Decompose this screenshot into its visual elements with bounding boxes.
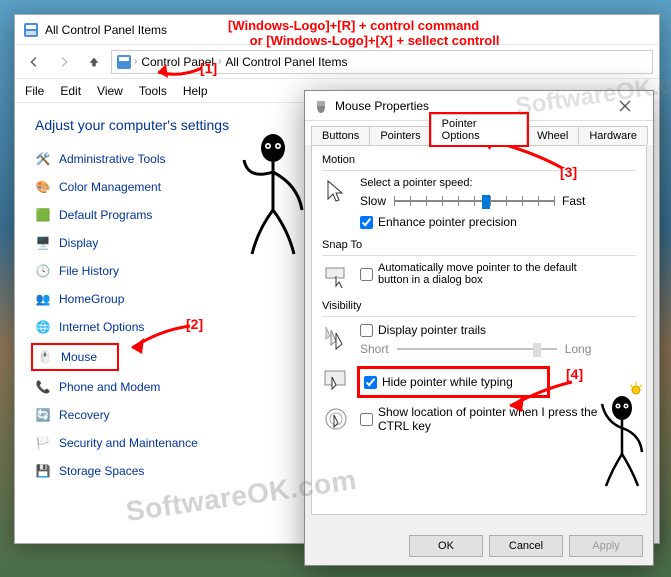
menu-file[interactable]: File bbox=[25, 84, 44, 98]
storage-icon: 💾 bbox=[35, 463, 51, 479]
ctrl-locate-checkbox[interactable]: Show location of pointer when I press th… bbox=[360, 405, 618, 433]
internet-icon: 🌐 bbox=[35, 319, 51, 335]
breadcrumb[interactable]: › Control Panel › All Control Panel Item… bbox=[111, 50, 653, 74]
titlebar[interactable]: All Control Panel Items bbox=[15, 15, 659, 45]
trails-input[interactable] bbox=[360, 324, 373, 337]
short-label: Short bbox=[360, 342, 389, 356]
menu-tools[interactable]: Tools bbox=[139, 84, 167, 98]
enhance-precision-input[interactable] bbox=[360, 216, 373, 229]
chevron-right-icon: › bbox=[218, 56, 221, 67]
tab-buttons[interactable]: Buttons bbox=[311, 126, 370, 145]
cp-item-label: Default Programs bbox=[59, 208, 152, 222]
hide-pointer-input[interactable] bbox=[364, 376, 377, 389]
snap-input[interactable] bbox=[360, 268, 373, 281]
chevron-right-icon: › bbox=[134, 56, 137, 67]
cursor-icon bbox=[322, 177, 350, 205]
snap-checkbox[interactable]: Automatically move pointer to the defaul… bbox=[360, 262, 608, 286]
dialog-buttons: OK Cancel Apply bbox=[409, 535, 643, 557]
fast-label: Fast bbox=[562, 194, 585, 208]
up-button[interactable] bbox=[81, 49, 107, 75]
tab-hardware[interactable]: Hardware bbox=[578, 126, 648, 145]
tools-icon: 🛠️ bbox=[35, 151, 51, 167]
trails-checkbox[interactable]: Display pointer trails bbox=[360, 323, 591, 337]
tab-pointer-options[interactable]: Pointer Options bbox=[431, 114, 527, 145]
back-button[interactable] bbox=[21, 49, 47, 75]
mouse-icon bbox=[313, 98, 329, 114]
enhance-precision-checkbox[interactable]: Enhance pointer precision bbox=[360, 215, 585, 229]
enhance-precision-label: Enhance pointer precision bbox=[378, 215, 517, 229]
visibility-group: Visibility Display pointer trails Short … bbox=[322, 300, 636, 433]
ctrl-locate-input[interactable] bbox=[360, 413, 373, 426]
hide-pointer-label: Hide pointer while typing bbox=[382, 375, 513, 389]
snap-heading: Snap To bbox=[322, 239, 636, 251]
cp-item-label: Mouse bbox=[61, 350, 97, 364]
close-button[interactable] bbox=[605, 92, 645, 120]
slow-label: Slow bbox=[360, 194, 386, 208]
hide-typing-icon bbox=[322, 365, 350, 393]
speed-label: Select a pointer speed: bbox=[360, 177, 585, 189]
motion-heading: Motion bbox=[322, 154, 636, 166]
cp-item-label: Storage Spaces bbox=[59, 464, 144, 478]
menu-edit[interactable]: Edit bbox=[60, 84, 81, 98]
menu-view[interactable]: View bbox=[97, 84, 123, 98]
trails-label: Display pointer trails bbox=[378, 323, 486, 337]
cp-item-label: Security and Maintenance bbox=[59, 436, 198, 450]
cp-item-label: File History bbox=[59, 264, 119, 278]
tab-pointers[interactable]: Pointers bbox=[369, 126, 431, 145]
mouse-properties-dialog: Mouse Properties Buttons Pointers Pointe… bbox=[304, 90, 654, 566]
window-title: All Control Panel Items bbox=[45, 23, 167, 37]
cp-item-label: Display bbox=[59, 236, 98, 250]
hide-pointer-checkbox[interactable]: Hide pointer while typing bbox=[364, 375, 513, 389]
long-label: Long bbox=[565, 342, 592, 356]
menu-help[interactable]: Help bbox=[183, 84, 208, 98]
defprog-icon: 🟩 bbox=[35, 207, 51, 223]
apply-button[interactable]: Apply bbox=[569, 535, 643, 557]
tab-body: Motion Select a pointer speed: Slow Fast bbox=[311, 145, 647, 515]
breadcrumb-current[interactable]: All Control Panel Items bbox=[223, 54, 349, 70]
trails-icon bbox=[322, 323, 350, 351]
dialog-title: Mouse Properties bbox=[335, 99, 605, 113]
breadcrumb-root[interactable]: Control Panel bbox=[139, 54, 216, 70]
trails-slider bbox=[397, 341, 557, 357]
ctrl-locate-icon bbox=[322, 405, 350, 433]
cp-item-label: Administrative Tools bbox=[59, 152, 166, 166]
cp-item-label: Recovery bbox=[59, 408, 110, 422]
snap-label: Automatically move pointer to the defaul… bbox=[378, 262, 608, 286]
cp-item-label: HomeGroup bbox=[59, 292, 124, 306]
forward-button[interactable] bbox=[51, 49, 77, 75]
visibility-heading: Visibility bbox=[322, 300, 636, 312]
color-icon: 🎨 bbox=[35, 179, 51, 195]
address-bar: › Control Panel › All Control Panel Item… bbox=[15, 45, 659, 79]
close-icon bbox=[619, 100, 631, 112]
speed-slider[interactable] bbox=[394, 193, 554, 209]
tab-strip: Buttons Pointers Pointer Options Wheel H… bbox=[305, 121, 653, 145]
filehist-icon: 🕓 bbox=[35, 263, 51, 279]
control-panel-icon bbox=[116, 54, 132, 70]
mouse-icon: 🖱️ bbox=[37, 349, 53, 365]
cp-item-mouse[interactable]: 🖱️ Mouse bbox=[35, 347, 115, 367]
ok-button[interactable]: OK bbox=[409, 535, 483, 557]
snap-icon bbox=[322, 262, 350, 290]
ctrl-locate-label: Show location of pointer when I press th… bbox=[378, 405, 618, 433]
tab-wheel[interactable]: Wheel bbox=[526, 126, 579, 145]
cp-item-label: Phone and Modem bbox=[59, 380, 160, 394]
phone-icon: 📞 bbox=[35, 379, 51, 395]
display-icon: 🖥️ bbox=[35, 235, 51, 251]
security-icon: 🏳️ bbox=[35, 435, 51, 451]
motion-group: Motion Select a pointer speed: Slow Fast bbox=[322, 154, 636, 229]
snap-group: Snap To Automatically move pointer to th… bbox=[322, 239, 636, 290]
recovery-icon: 🔄 bbox=[35, 407, 51, 423]
cp-item-label: Color Management bbox=[59, 180, 161, 194]
cp-item-label: Internet Options bbox=[59, 320, 144, 334]
cancel-button[interactable]: Cancel bbox=[489, 535, 563, 557]
control-panel-icon bbox=[23, 22, 39, 38]
homegroup-icon: 👥 bbox=[35, 291, 51, 307]
